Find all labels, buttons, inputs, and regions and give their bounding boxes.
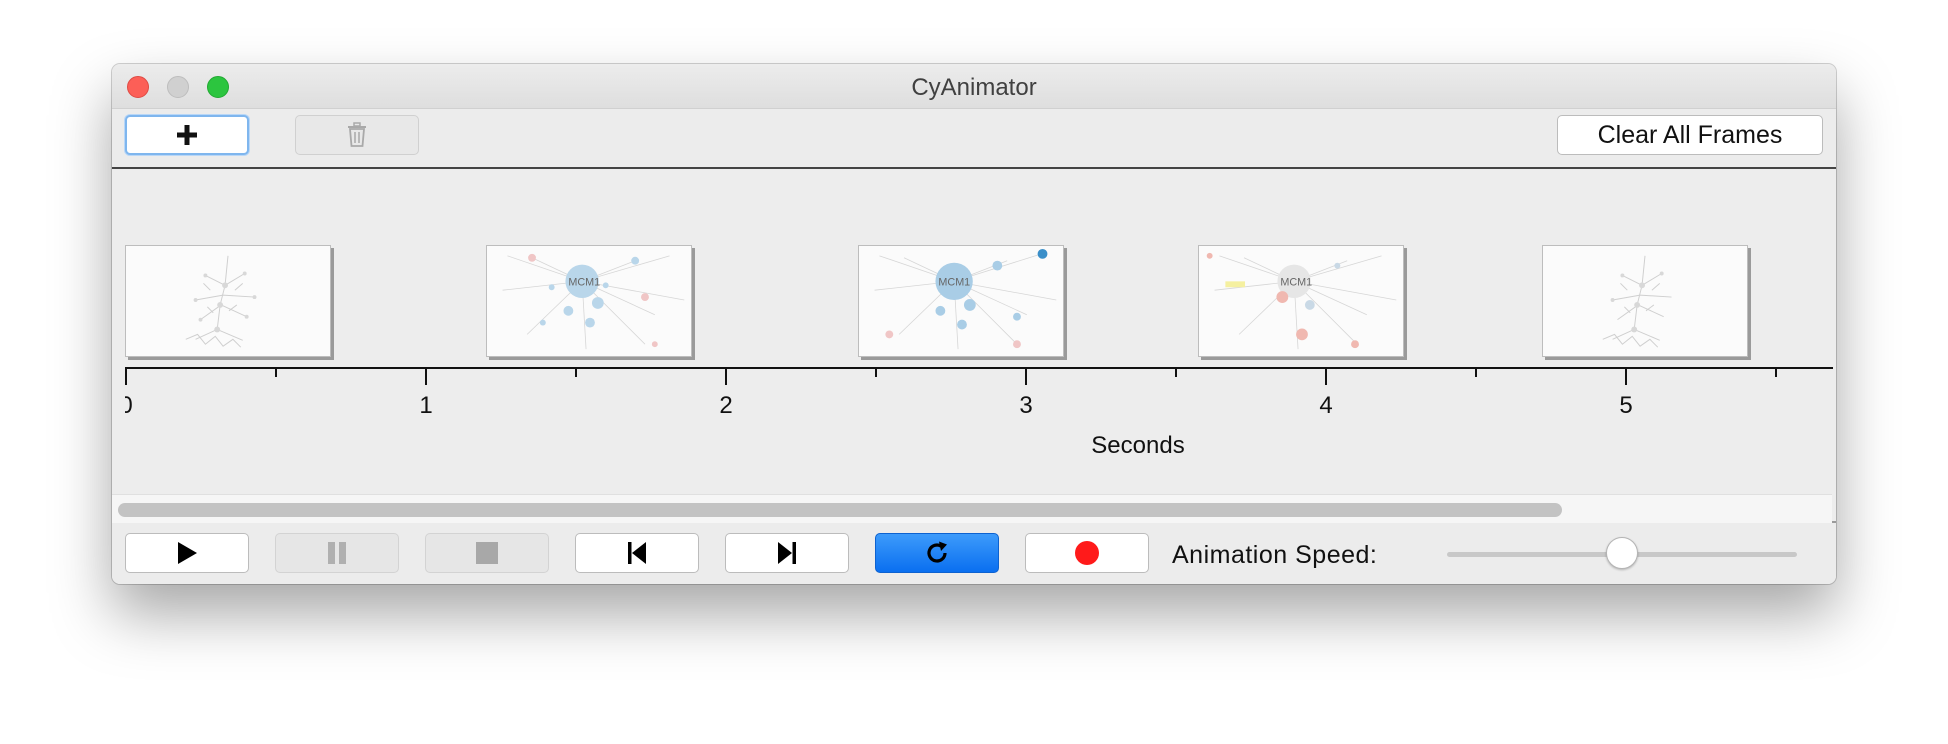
record-button[interactable] bbox=[1025, 533, 1149, 573]
step-back-icon bbox=[628, 542, 646, 564]
network-detail-image: MCM1 bbox=[502, 253, 685, 350]
time-axis: 0 1 2 3 4 5 Seconds bbox=[125, 367, 1833, 459]
tick-label: 3 bbox=[1019, 392, 1032, 419]
axis-unit-label: Seconds bbox=[1091, 432, 1184, 459]
horizontal-scrollbar[interactable] bbox=[112, 494, 1832, 523]
record-icon bbox=[1075, 541, 1099, 565]
tick-label: 4 bbox=[1319, 392, 1332, 419]
scrollbar-thumb[interactable] bbox=[118, 503, 1562, 517]
tick-label: 0 bbox=[125, 392, 133, 419]
frame-thumbnail[interactable] bbox=[1542, 245, 1748, 357]
step-forward-icon bbox=[778, 542, 796, 564]
playback-controls: Animation Speed: bbox=[112, 525, 1836, 584]
animation-speed-slider-thumb[interactable] bbox=[1606, 537, 1638, 569]
delete-frame-button[interactable] bbox=[295, 115, 419, 155]
loop-button[interactable] bbox=[875, 533, 999, 573]
network-overview-image bbox=[1602, 255, 1672, 348]
play-button[interactable] bbox=[125, 533, 249, 573]
tick-label: 2 bbox=[719, 392, 732, 419]
add-frame-button[interactable] bbox=[125, 115, 249, 155]
frame-thumbnail[interactable]: MCM1 bbox=[1198, 245, 1404, 357]
plus-icon bbox=[177, 125, 197, 145]
timeline-panel: MCM1 MCM1 MCM1 0 1 2 3 4 5 Seconds bbox=[112, 167, 1836, 523]
network-overview-image bbox=[185, 255, 257, 348]
tick-label: 1 bbox=[419, 392, 432, 419]
play-icon bbox=[178, 542, 197, 564]
step-back-button[interactable] bbox=[575, 533, 699, 573]
window-title: CyAnimator bbox=[911, 74, 1037, 101]
node-label: MCM1 bbox=[938, 276, 970, 288]
frame-thumbnail[interactable] bbox=[125, 245, 331, 357]
frame-thumbnail[interactable]: MCM1 bbox=[858, 245, 1064, 357]
stop-button[interactable] bbox=[425, 533, 549, 573]
node-label: MCM1 bbox=[568, 276, 600, 288]
network-detail-image: MCM1 bbox=[1206, 252, 1397, 350]
cyanimator-window: CyAnimator Clear All Frames MCM1 MCM1 MC… bbox=[112, 64, 1836, 584]
trash-icon bbox=[348, 122, 366, 147]
frame-thumbnail[interactable]: MCM1 bbox=[486, 245, 692, 357]
pause-icon bbox=[328, 542, 346, 564]
animation-speed-label: Animation Speed: bbox=[1172, 541, 1378, 569]
network-detail-image: MCM1 bbox=[874, 248, 1057, 350]
loop-icon bbox=[927, 541, 947, 563]
step-forward-button[interactable] bbox=[725, 533, 849, 573]
pause-button[interactable] bbox=[275, 533, 399, 573]
node-label: MCM1 bbox=[1280, 276, 1312, 288]
title-bar: CyAnimator bbox=[112, 64, 1836, 109]
stop-icon bbox=[476, 542, 498, 564]
clear-all-frames-button[interactable]: Clear All Frames bbox=[1557, 115, 1823, 155]
tick-label: 5 bbox=[1619, 392, 1632, 419]
